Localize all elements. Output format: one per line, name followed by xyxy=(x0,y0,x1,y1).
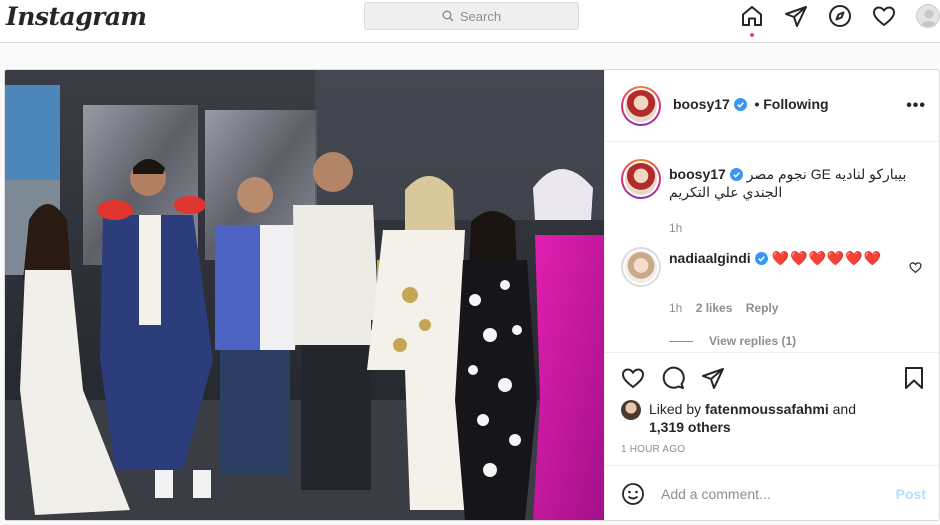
comment-reply-button[interactable]: Reply xyxy=(746,301,779,315)
caption-body: boosy17 بيباركو لناديه GE نجوم مصر الجند… xyxy=(669,165,909,201)
explore-compass-icon[interactable] xyxy=(828,4,852,28)
comments-list: boosy17 بيباركو لناديه GE نجوم مصر الجند… xyxy=(605,143,939,351)
comment-username[interactable]: nadiaalgindi xyxy=(669,250,751,266)
author-line: boosy17 • Following xyxy=(673,96,829,112)
search-icon xyxy=(442,10,454,22)
home-icon[interactable] xyxy=(740,4,764,28)
caption-avatar[interactable] xyxy=(621,159,661,199)
post-timestamp[interactable]: 1 HOUR AGO xyxy=(621,444,685,455)
post-side-panel: boosy17 • Following ••• boosy17 بيباركو … xyxy=(604,70,939,520)
liked-by-text: Liked by fatenmoussafahmi and 1,319 othe… xyxy=(649,400,856,436)
emoji-smile-icon[interactable] xyxy=(621,482,645,506)
verified-badge-icon xyxy=(733,98,747,111)
post-card: boosy17 • Following ••• boosy17 بيباركو … xyxy=(4,69,940,521)
post-comment-button[interactable]: Post xyxy=(896,486,926,502)
comment-bubble-icon[interactable] xyxy=(661,366,685,390)
add-comment-input[interactable]: Add a comment... xyxy=(661,486,771,502)
view-replies-label: View replies (1) xyxy=(709,334,797,348)
add-comment-bar: Add a comment... Post xyxy=(605,465,939,520)
verified-badge-icon xyxy=(729,168,743,181)
view-replies-button[interactable]: View replies (1) xyxy=(669,334,796,348)
caption: boosy17 بيباركو لناديه GE نجوم مصر الجند… xyxy=(621,159,926,239)
share-send-icon[interactable] xyxy=(701,366,725,390)
comment-meta: 1h 2 likes Reply xyxy=(669,301,778,315)
comment-likes[interactable]: 2 likes xyxy=(696,301,733,315)
save-bookmark-icon[interactable] xyxy=(902,366,926,390)
comment-like-heart-icon[interactable] xyxy=(909,261,922,274)
caption-username[interactable]: boosy17 xyxy=(669,166,726,182)
home-active-dot xyxy=(750,33,754,37)
liked-by-avatar[interactable] xyxy=(621,400,641,420)
search-input[interactable]: Search xyxy=(364,2,579,30)
comment-time: 1h xyxy=(669,301,683,315)
group-photo-illustration xyxy=(5,70,604,520)
replies-divider-line xyxy=(669,340,693,342)
comment-item: nadiaalgindi ❤️❤️❤️❤️❤️❤️ 1h 2 likes Rep… xyxy=(621,247,926,327)
following-status[interactable]: • Following xyxy=(754,96,828,112)
liked-by-and: and xyxy=(832,401,856,417)
post-photo[interactable] xyxy=(5,70,604,520)
instagram-logo[interactable]: Instagram xyxy=(6,2,147,31)
author-username[interactable]: boosy17 xyxy=(673,96,730,112)
post-actions: Liked by fatenmoussafahmi and 1,319 othe… xyxy=(605,352,939,520)
search-placeholder: Search xyxy=(459,8,502,24)
default-avatar-icon xyxy=(921,9,937,27)
liked-by-prefix: Liked by xyxy=(649,401,702,417)
comment-avatar[interactable] xyxy=(621,247,661,287)
top-nav-bar: Instagram Search xyxy=(0,0,940,43)
liked-by-others[interactable]: 1,319 others xyxy=(649,419,731,435)
profile-avatar[interactable] xyxy=(916,4,940,28)
direct-message-icon[interactable] xyxy=(784,4,808,28)
comment-body: nadiaalgindi ❤️❤️❤️❤️❤️❤️ xyxy=(669,249,899,267)
like-heart-icon[interactable] xyxy=(621,366,645,390)
liked-by-user[interactable]: fatenmoussafahmi xyxy=(705,401,829,417)
author-avatar[interactable] xyxy=(621,86,661,126)
caption-time: 1h xyxy=(669,221,683,235)
comment-text: ❤️❤️❤️❤️❤️❤️ xyxy=(771,250,883,266)
post-header: boosy17 • Following ••• xyxy=(605,70,939,142)
activity-heart-icon[interactable] xyxy=(872,4,896,28)
more-options-icon[interactable]: ••• xyxy=(906,97,926,115)
verified-badge-icon xyxy=(754,252,768,265)
